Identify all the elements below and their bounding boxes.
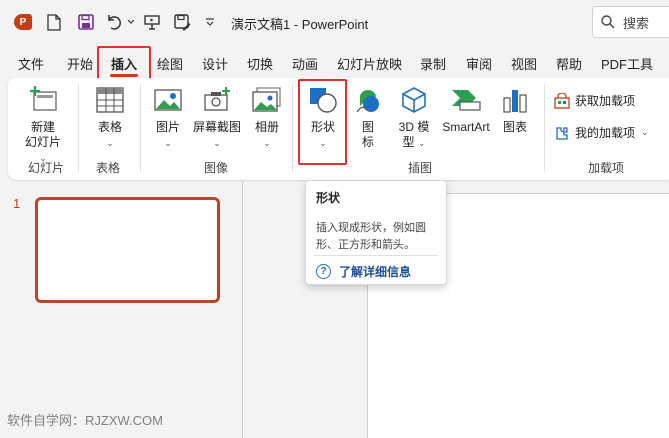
search-placeholder: 搜索 — [623, 15, 650, 31]
bar-chart-icon — [503, 90, 527, 113]
smartart-icon — [452, 90, 481, 111]
group-divider — [140, 84, 141, 172]
insert-tab-highlight — [97, 46, 151, 81]
title-bar: P 演示文稿1 - PowerPoint 搜索 — [0, 0, 669, 44]
customize-toolbar-chevron-icon[interactable] — [204, 12, 216, 32]
chevron-down-icon: ⌄ — [263, 138, 271, 148]
get-addins-button[interactable]: 获取加载项 — [554, 92, 664, 109]
slide-number: 1 — [13, 196, 21, 211]
icons-label-line1: 图 — [361, 120, 374, 134]
3d-models-label-line1: 3D 模 — [398, 120, 430, 134]
my-addins-button[interactable]: 我的加载项 ⌄ — [554, 124, 666, 141]
save-as-icon[interactable] — [172, 12, 192, 32]
group-divider — [544, 84, 545, 172]
group-divider — [78, 84, 79, 172]
shapes-button-highlight — [298, 79, 347, 165]
screenshot-icon — [204, 87, 230, 111]
3d-models-label-line2: 型 — [402, 135, 415, 149]
learn-more-link[interactable]: ? 了解详细信息 — [316, 263, 411, 280]
cube-3d-icon — [402, 87, 426, 113]
group-label-illustrations: 插图 — [408, 161, 433, 175]
tab-file[interactable]: 文件 — [18, 54, 44, 73]
tab-record[interactable]: 录制 — [420, 54, 446, 73]
picture-icon — [154, 89, 182, 111]
tab-home[interactable]: 开始 — [67, 54, 93, 73]
3d-models-button[interactable]: 3D 模 型 ⌄ — [392, 86, 436, 151]
store-icon — [554, 92, 570, 109]
photo-album-button[interactable]: 相册 ⌄ — [248, 86, 286, 151]
tooltip-title: 形状 — [316, 191, 341, 205]
watermark-text: 软件自学网：RJZXW.COM — [7, 413, 163, 428]
photo-album-label: 相册 — [254, 120, 279, 134]
chevron-down-icon: ⌄ — [641, 127, 649, 137]
get-addins-label: 获取加载项 — [575, 94, 636, 108]
tab-transitions[interactable]: 切换 — [247, 54, 273, 73]
my-addins-label: 我的加载项 — [575, 126, 636, 140]
present-from-start-icon[interactable] — [142, 12, 162, 32]
group-label-addins: 加载项 — [588, 161, 625, 175]
tab-help[interactable]: 帮助 — [556, 54, 582, 73]
smartart-label: SmartArt — [442, 120, 490, 134]
shapes-tooltip: 形状 插入现成形状，例如圆 形、正方形和箭头。 ? 了解详细信息 — [305, 180, 447, 285]
chart-button[interactable]: 图表 — [498, 86, 532, 135]
addins-icon — [556, 126, 568, 140]
powerpoint-logo-icon: P — [14, 14, 32, 30]
tooltip-divider — [314, 255, 438, 256]
tab-pdf-tools[interactable]: PDF工具 — [601, 54, 653, 73]
icons-label-line2: 标 — [361, 135, 374, 149]
picture-button[interactable]: 图片 ⌄ — [150, 86, 186, 151]
tab-review[interactable]: 审阅 — [466, 54, 492, 73]
group-label-tables: 表格 — [96, 161, 121, 175]
table-button[interactable]: 表格 ⌄ — [90, 86, 130, 151]
chevron-down-icon: ⌄ — [106, 138, 114, 148]
undo-icon[interactable] — [104, 12, 126, 32]
save-icon[interactable] — [76, 12, 96, 32]
slide-thumbnail[interactable] — [35, 197, 220, 303]
undo-dropdown-chevron-icon[interactable] — [126, 12, 136, 32]
document-title: 演示文稿1 - PowerPoint — [231, 17, 369, 32]
tab-view[interactable]: 视图 — [511, 54, 537, 73]
screenshot-button[interactable]: 屏幕截图 ⌄ — [190, 86, 244, 151]
table-icon — [96, 87, 124, 113]
icons-button[interactable]: 图 标 — [352, 86, 384, 150]
group-label-slides: 幻灯片 — [28, 161, 65, 175]
pane-divider[interactable] — [242, 182, 243, 438]
table-label: 表格 — [97, 120, 122, 134]
tab-slideshow[interactable]: 幻灯片放映 — [337, 54, 402, 73]
chevron-down-icon: ⌄ — [417, 138, 426, 148]
photo-album-icon — [252, 87, 281, 112]
chevron-down-icon: ⌄ — [213, 138, 221, 148]
chevron-down-icon: ⌄ — [164, 138, 172, 148]
search-input[interactable]: 搜索 — [592, 6, 669, 38]
chart-label: 图表 — [502, 120, 527, 134]
learn-more-label: 了解详细信息 — [339, 265, 412, 279]
tooltip-description-line2: 形、正方形和箭头。 — [316, 239, 415, 251]
new-slide-icon — [30, 86, 57, 111]
group-divider — [292, 84, 293, 172]
tab-animations[interactable]: 动画 — [292, 54, 318, 73]
screenshot-label: 屏幕截图 — [192, 120, 241, 134]
tab-draw[interactable]: 绘图 — [157, 54, 183, 73]
tab-design[interactable]: 设计 — [202, 54, 228, 73]
search-icon — [601, 15, 615, 29]
new-file-icon[interactable] — [44, 12, 64, 32]
help-question-icon: ? — [316, 264, 331, 279]
new-slide-label-line2: 幻灯片 — [24, 135, 61, 149]
new-slide-label-line1: 新建 — [30, 120, 55, 134]
group-label-images: 图像 — [204, 161, 229, 175]
smartart-button[interactable]: SmartArt — [438, 86, 494, 135]
icons-icon — [356, 90, 379, 113]
picture-label: 图片 — [155, 120, 180, 134]
new-slide-button[interactable]: 新建 幻灯片 ⌄ — [20, 86, 66, 166]
tooltip-description-line1: 插入现成形状，例如圆 — [316, 222, 426, 234]
